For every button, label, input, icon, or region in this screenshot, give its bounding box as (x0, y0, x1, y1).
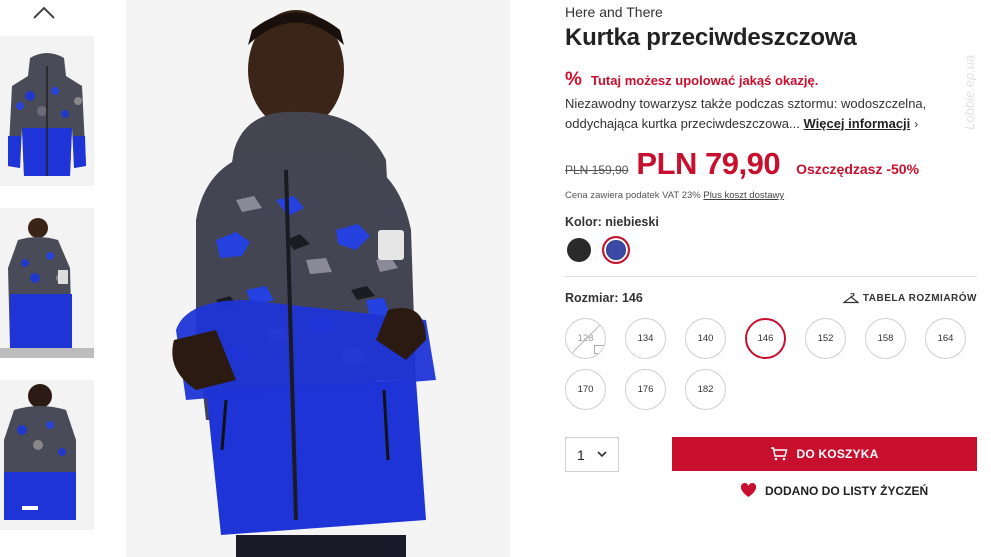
heart-icon (740, 483, 757, 497)
product-info-panel: Here and There Kurtka przeciwdeszczowa %… (565, 0, 977, 557)
size-option-label: 158 (877, 333, 894, 344)
size-option-label: 176 (637, 384, 654, 395)
jacket-image (0, 36, 94, 186)
model-image (0, 208, 94, 358)
price-row: PLN 159,90 PLN 79,90 Oszczędzasz -50% (565, 146, 919, 182)
color-value: niebieski (605, 215, 659, 229)
watermark: Lobbie.ep.ua (962, 54, 977, 130)
divider (565, 276, 977, 277)
add-to-cart-button[interactable]: DO KOSZYKA (672, 437, 977, 471)
hanger-icon (842, 293, 859, 304)
size-option-label: 164 (937, 333, 954, 344)
model-wearing-jacket-image (126, 0, 510, 557)
more-info-link[interactable]: Więcej informacji (803, 116, 910, 131)
size-option-170[interactable]: 170 (565, 369, 606, 410)
size-option-134[interactable]: 134 (625, 318, 666, 359)
vat-text: Cena zawiera podatek VAT 23% (565, 190, 701, 201)
size-option-label: 170 (577, 384, 594, 395)
main-product-image[interactable] (126, 0, 510, 557)
old-price: PLN 159,90 (565, 163, 629, 177)
size-option-176[interactable]: 176 (625, 369, 666, 410)
size-option-label: 134 (637, 333, 654, 344)
envelope-icon (594, 345, 605, 354)
thumbnail-jacket-front[interactable] (0, 36, 94, 186)
wishlist-label: DODANO DO LISTY ŻYCZEŃ (765, 483, 929, 498)
chevron-down-icon (597, 451, 607, 458)
vat-note: Cena zawiera podatek VAT 23% Plus koszt … (565, 190, 784, 201)
percent-icon: % (565, 69, 582, 90)
model-back-image (0, 380, 94, 530)
size-option-164[interactable]: 164 (925, 318, 966, 359)
chevron-right-icon: › (914, 117, 919, 131)
color-label-text: Kolor: (565, 215, 602, 229)
color-swatch-black[interactable] (567, 238, 591, 262)
promo-banner: % Tutaj możesz upolować jakąś okazję. (565, 70, 818, 90)
size-option-label: 146 (757, 333, 774, 344)
size-label: Rozmiar: 146 (565, 291, 643, 305)
size-option-128[interactable]: 128 (565, 318, 606, 359)
size-label-text: Rozmiar: (565, 291, 619, 305)
shipping-cost-link[interactable]: Plus koszt dostawy (703, 190, 784, 201)
size-option-label: 182 (697, 384, 714, 395)
size-option-182[interactable]: 182 (685, 369, 726, 410)
chevron-up-icon[interactable] (32, 4, 56, 22)
brand-name[interactable]: Here and There (565, 4, 663, 20)
size-option-label: 152 (817, 333, 834, 344)
product-description: Niezawodny towarzysz także podczas sztor… (565, 94, 977, 134)
color-swatch-blue[interactable] (602, 236, 630, 264)
thumbnail-model-front[interactable] (0, 208, 94, 358)
add-to-cart-label: DO KOSZYKA (796, 447, 879, 461)
size-chart-link[interactable]: TABELA ROZMIARÓW (842, 293, 977, 304)
size-option-140[interactable]: 140 (685, 318, 726, 359)
current-price: PLN 79,90 (636, 146, 781, 181)
size-option-158[interactable]: 158 (865, 318, 906, 359)
quantity-select[interactable]: 1 (565, 437, 619, 472)
thumbnail-model-back[interactable] (0, 380, 94, 530)
color-label: Kolor: niebieski (565, 215, 659, 229)
product-title: Kurtka przeciwdeszczowa (565, 24, 857, 51)
promo-text: Tutaj możesz upolować jakąś okazję. (591, 72, 819, 88)
thumbnail-gallery (0, 0, 96, 557)
size-value: 146 (621, 291, 643, 305)
cart-icon (771, 447, 788, 461)
wishlist-button[interactable]: DODANO DO LISTY ŻYCZEŃ (740, 483, 928, 498)
size-option-152[interactable]: 152 (805, 318, 846, 359)
size-chart-label: TABELA ROZMIARÓW (862, 293, 977, 304)
savings-label: Oszczędzasz -50% (796, 161, 920, 177)
size-option-label: 140 (697, 333, 714, 344)
quantity-value: 1 (577, 446, 585, 463)
size-option-146[interactable]: 146 (745, 318, 786, 359)
